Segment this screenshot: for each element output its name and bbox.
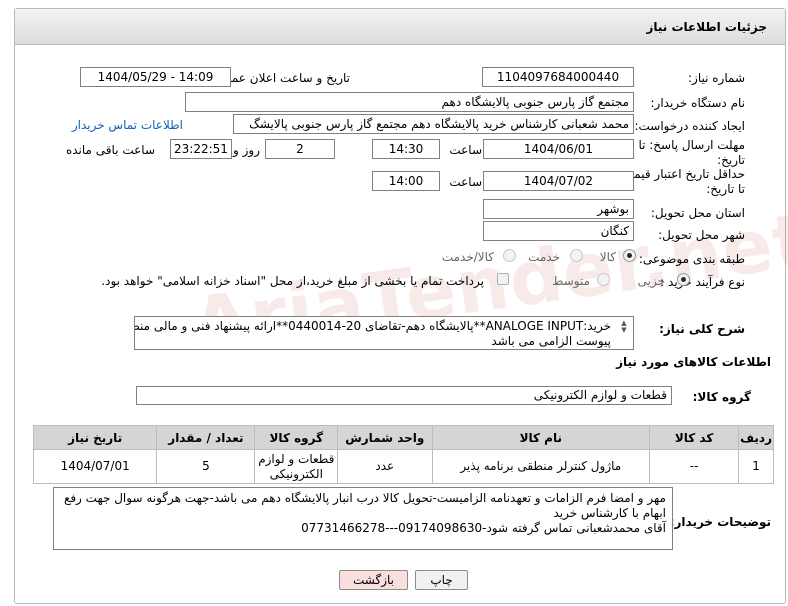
province-field: بوشهر	[483, 199, 634, 219]
remaining-word: ساعت باقی مانده	[65, 143, 155, 157]
category-goods-text: کالا	[599, 250, 616, 264]
deadline-label: مهلت ارسال پاسخ: تا	[638, 138, 745, 152]
payment-note: پرداخت تمام یا بخشی از مبلغ خرید،از محل …	[101, 274, 484, 288]
cell-row: 1	[738, 449, 774, 484]
process-label: نوع فرآیند خرید :	[660, 275, 745, 289]
min-validity-label: حداقل تاریخ اعتبار قیمت:	[618, 167, 745, 181]
col-qty: تعداد / مقدار	[156, 425, 256, 450]
deadline-date-field: 1404/06/01	[483, 139, 634, 159]
requester-label: ایجاد کننده درخواست:	[634, 119, 745, 133]
requester-field: محمد شعبانی کارشناس خرید پالایشگاه دهم م…	[233, 114, 634, 134]
goods-group-field: قطعات و لوازم الکترونیکی	[136, 386, 672, 405]
buyer-notes-textarea[interactable]: مهر و امضا فرم الزامات و تعهدنامه الزامی…	[53, 487, 673, 550]
back-button[interactable]: بازگشت	[339, 570, 408, 590]
buyer-notes-label: توضیحات خریدار:	[669, 515, 771, 529]
cell-group: قطعات و لوازم الکترونیکی	[254, 449, 339, 484]
time-remaining-field: 23:22:51	[170, 139, 232, 159]
need-number-field: 1104097684000440	[482, 67, 634, 87]
col-date: تاریخ نیاز	[32, 425, 158, 450]
col-row: ردیف	[738, 425, 774, 450]
scroll-arrows-icon[interactable]: ▲ ▼	[619, 320, 629, 334]
buyer-notes-line-1: مهر و امضا فرم الزامات و تعهدنامه الزامی…	[63, 491, 666, 505]
cell-group-line-2: الکترونیکی	[269, 466, 323, 481]
announce-date-field: 1404/05/29 - 14:09	[80, 67, 231, 87]
col-name: نام کالا	[431, 425, 651, 450]
city-field: کنگان	[483, 221, 634, 241]
deadline-time-word: ساعت	[449, 143, 482, 157]
deadline-label-2: تاریخ:	[717, 153, 745, 167]
category-label: طبقه بندی موضوعی:	[638, 252, 745, 266]
description-line-2: پیوست الزامی می باشد	[491, 334, 611, 348]
panel-title: جزئیات اطلاعات نیاز	[646, 20, 767, 34]
process-minor-radio[interactable]	[677, 273, 690, 286]
category-service-radio[interactable]	[570, 249, 583, 262]
cell-name: ماژول کنترلر منطقی برنامه پذیر	[431, 449, 651, 484]
description-label: شرح کلی نیاز:	[659, 322, 745, 336]
buyer-notes-line-2: ابهام با کارشناس خرید	[553, 506, 666, 520]
validity-time-field: 14:00	[372, 171, 440, 191]
description-textarea[interactable]: خرید:ANALOGE INPUT**پالایشگاه دهم-تقاضای…	[134, 316, 634, 350]
province-label: استان محل تحویل:	[650, 206, 745, 220]
city-label: شهر محل تحویل:	[658, 228, 745, 242]
panel-header: جزئیات اطلاعات نیاز	[15, 9, 785, 45]
process-medium-radio[interactable]	[597, 273, 610, 286]
col-group: گروه کالا	[254, 425, 339, 450]
treasury-payment-checkbox[interactable]	[497, 273, 509, 285]
buyer-notes-line-3: آقای محمدشعبانی تماس گرفته شود-091740986…	[301, 521, 666, 535]
validity-time-word: ساعت	[449, 175, 482, 189]
cell-code: --	[649, 449, 740, 484]
days-remaining-field: 2	[265, 139, 335, 159]
col-code: کد کالا	[649, 425, 740, 450]
validity-date-field: 1404/07/02	[483, 171, 634, 191]
goods-section-title: اطلاعات کالاهای مورد نیاز	[616, 355, 771, 369]
need-number-label: شماره نیاز:	[688, 71, 745, 85]
goods-group-label: گروه کالا:	[692, 390, 751, 404]
days-word: روز و	[233, 143, 260, 157]
deadline-time-field: 14:30	[372, 139, 440, 159]
category-service-text: خدمت	[528, 250, 560, 264]
category-both-text: کالا/خدمت	[441, 250, 494, 264]
cell-date: 1404/07/01	[32, 449, 158, 484]
cell-qty: 5	[156, 449, 256, 484]
buyer-org-label: نام دستگاه خریدار:	[650, 96, 746, 110]
col-unit: واحد شمارش	[337, 425, 433, 450]
description-line-1: خرید:ANALOGE INPUT**پالایشگاه دهم-تقاضای…	[135, 319, 611, 333]
process-medium-text: متوسط	[552, 274, 590, 288]
min-validity-label-2: تا تاریخ:	[706, 182, 745, 196]
buyer-org-field: مجتمع گاز پارس جنوبی پالایشگاه دهم	[185, 92, 634, 112]
buyer-contact-link[interactable]: اطلاعات تماس خریدار	[72, 118, 183, 132]
category-both-radio[interactable]	[503, 249, 516, 262]
goods-table-header: ردیف کد کالا نام کالا واحد شمارش گروه کا…	[32, 425, 774, 450]
cell-group-line-1: قطعات و لوازم	[258, 451, 335, 466]
category-goods-radio[interactable]	[623, 249, 636, 262]
goods-table: ردیف کد کالا نام کالا واحد شمارش گروه کا…	[32, 425, 774, 484]
table-row: 1 -- ماژول کنترلر منطقی برنامه پذیر عدد …	[32, 449, 774, 484]
print-button[interactable]: چاپ	[415, 570, 468, 590]
cell-unit: عدد	[337, 449, 433, 484]
process-minor-text: جزیی	[637, 274, 665, 288]
